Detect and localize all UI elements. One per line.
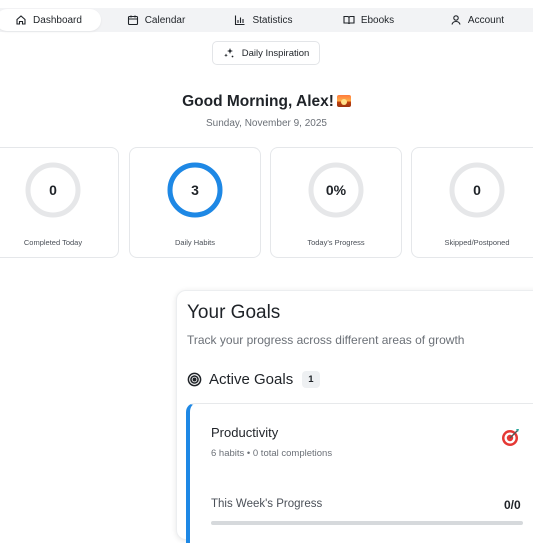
- tab-label: Ebooks: [360, 14, 395, 26]
- greeting-text: Good Morning, Alex!: [182, 93, 334, 110]
- home-icon: [15, 14, 27, 26]
- stat-card-completed: 0 Completed Today: [0, 147, 119, 258]
- goals-title: Your Goals: [187, 302, 281, 323]
- goals-panel: Your Goals Track your progress across di…: [176, 290, 533, 543]
- current-date: Sunday, November 9, 2025: [205, 118, 327, 129]
- stat-value: 0: [473, 182, 481, 198]
- progress-ring: 0: [447, 160, 507, 220]
- target-icon: [187, 372, 202, 387]
- stat-value: 0: [49, 182, 57, 198]
- calendar-icon: [127, 14, 139, 26]
- bullseye-icon: [500, 426, 522, 448]
- tab-account[interactable]: Account: [421, 9, 533, 31]
- week-progress-label: This Week's Progress: [211, 498, 323, 510]
- sunrise-icon: [336, 95, 351, 107]
- book-icon: [343, 14, 355, 26]
- inspiration-label: Daily Inspiration: [241, 47, 310, 59]
- stat-value: 0%: [325, 182, 347, 198]
- week-progress-bar: [211, 521, 523, 525]
- stat-card-skipped: 0 Skipped/Postponed: [411, 147, 533, 258]
- user-icon: [450, 14, 462, 26]
- top-nav: Dashboard Calendar Statistics Ebooks Acc…: [0, 8, 533, 32]
- progress-ring: 0: [23, 160, 83, 220]
- progress-ring: 3: [165, 160, 225, 220]
- stat-card-todays-progress: 0% Today's Progress: [270, 147, 402, 258]
- goal-meta: 6 habits • 0 total completions: [211, 448, 333, 459]
- tab-label: Dashboard: [33, 14, 82, 26]
- goal-name: Productivity: [211, 425, 279, 440]
- tab-label: Account: [467, 14, 505, 26]
- stat-label: Completed Today: [23, 238, 83, 247]
- week-progress-count: 0/0: [504, 498, 521, 512]
- stat-label: Daily Habits: [174, 238, 215, 247]
- tab-calendar[interactable]: Calendar: [101, 9, 211, 31]
- stat-label: Today's Progress: [307, 238, 365, 247]
- stat-value: 3: [191, 182, 199, 198]
- active-goals-header: Active Goals 1: [187, 371, 320, 388]
- sparkles-icon: [223, 47, 235, 59]
- greeting-heading: Good Morning, Alex!: [0, 93, 533, 111]
- tab-dashboard[interactable]: Dashboard: [0, 9, 101, 31]
- active-goals-label: Active Goals: [209, 371, 294, 388]
- active-goals-count-badge: 1: [302, 371, 320, 388]
- tab-label: Calendar: [144, 14, 186, 26]
- goal-card[interactable]: Productivity 6 habits • 0 total completi…: [186, 403, 533, 543]
- tab-statistics[interactable]: Statistics: [211, 9, 316, 31]
- stat-card-daily-habits: 3 Daily Habits: [129, 147, 261, 258]
- goals-subtitle: Track your progress across different are…: [187, 333, 465, 347]
- bar-chart-icon: [234, 14, 246, 26]
- tab-label: Statistics: [252, 14, 293, 26]
- progress-ring: 0%: [306, 160, 366, 220]
- stat-label: Skipped/Postponed: [444, 238, 510, 247]
- daily-inspiration-button[interactable]: Daily Inspiration: [212, 41, 320, 65]
- tab-ebooks[interactable]: Ebooks: [316, 9, 421, 31]
